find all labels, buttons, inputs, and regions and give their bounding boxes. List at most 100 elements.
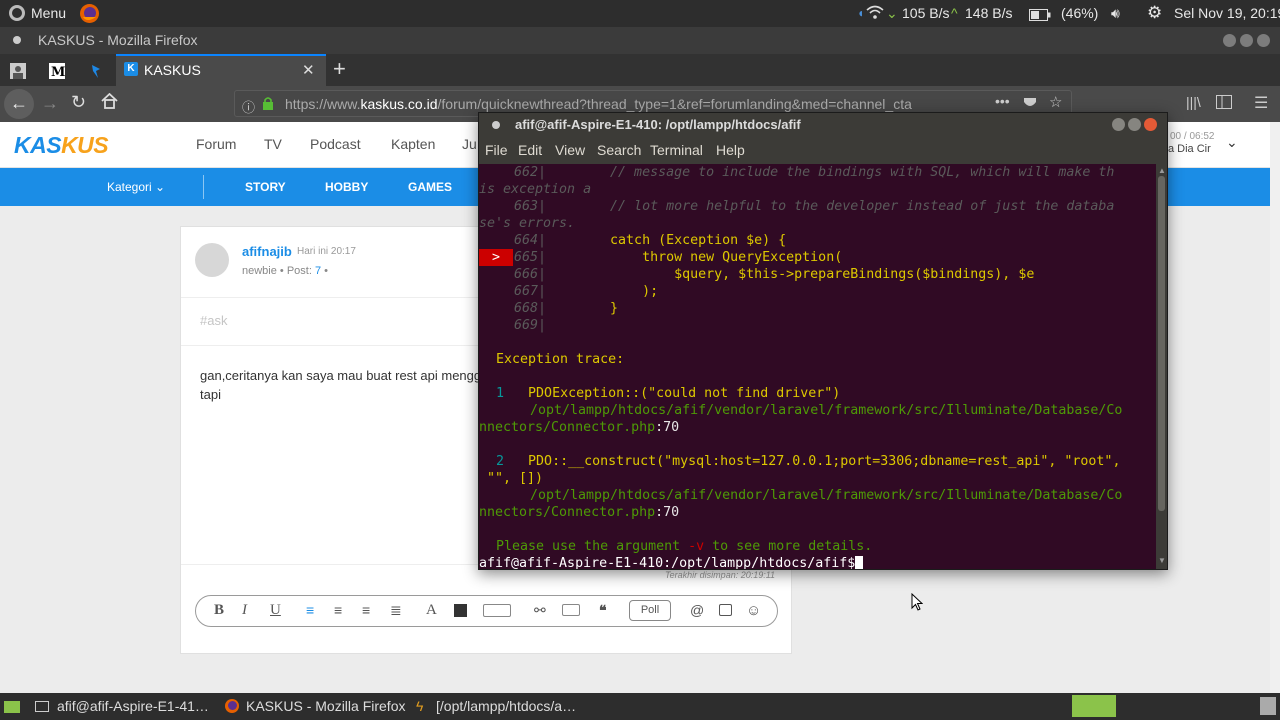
- page-scrollbar[interactable]: [1270, 122, 1280, 693]
- reload-button[interactable]: ↻: [71, 92, 86, 113]
- link-icon[interactable]: ⚯: [534, 602, 546, 619]
- user-meta: newbie • Post: 7 •: [242, 265, 328, 277]
- spoiler-icon[interactable]: [562, 604, 580, 616]
- forward-button[interactable]: →: [41, 93, 59, 114]
- library-icon[interactable]: |||\: [1186, 94, 1201, 110]
- post-body-line1[interactable]: gan,ceritanya kan saya mau buat rest api…: [200, 368, 481, 383]
- quote-icon[interactable]: ❝: [599, 602, 607, 619]
- mouse-cursor-icon: [911, 592, 924, 614]
- workspace-switcher[interactable]: [1072, 695, 1116, 717]
- new-tab-button[interactable]: +: [333, 56, 346, 82]
- font-color-button[interactable]: A: [426, 602, 437, 619]
- underline-button[interactable]: U: [270, 602, 281, 619]
- bookmark-star-icon[interactable]: ☆: [1049, 93, 1062, 111]
- nav-partial[interactable]: Ju: [462, 136, 477, 152]
- menu-view[interactable]: View: [555, 142, 585, 158]
- kategori-dropdown[interactable]: Kategori ⌄: [107, 180, 165, 194]
- sidebar-icon[interactable]: [1216, 95, 1232, 112]
- terminal-scroll-thumb[interactable]: [1158, 176, 1165, 511]
- task-folder[interactable]: [/opt/lampp/htdocs/a…: [436, 698, 576, 714]
- kaskus-logo[interactable]: KASKUS: [14, 132, 109, 159]
- task-terminal[interactable]: afif@afif-Aspire-E1-41…: [57, 698, 209, 714]
- wifi-icon[interactable]: [866, 4, 884, 23]
- player-chevron-icon[interactable]: ⌄: [1226, 134, 1238, 151]
- show-desktop-icon[interactable]: [4, 701, 20, 713]
- terminal-minimize-button[interactable]: [1112, 118, 1125, 131]
- tab-kaskus[interactable]: K KASKUS ✕: [116, 54, 326, 86]
- menu-help[interactable]: Help: [716, 142, 745, 158]
- home-button[interactable]: [101, 92, 118, 112]
- menu-button[interactable]: Menu: [31, 5, 66, 21]
- terminal-close-button[interactable]: [1144, 118, 1157, 131]
- site-info-icon[interactable]: ⓘ: [242, 97, 255, 116]
- justify-button[interactable]: ≣: [390, 602, 402, 619]
- font-size-dropdown[interactable]: [483, 604, 511, 617]
- background-color-button[interactable]: [454, 604, 467, 617]
- shell-prompt[interactable]: afif@afif-Aspire-E1-410:/opt/lampp/htdoc…: [479, 555, 864, 569]
- terminal-menu-dot-icon[interactable]: [492, 121, 500, 129]
- download-arrow-icon: ⌄: [886, 5, 898, 21]
- trash-icon[interactable]: [1260, 697, 1276, 715]
- category-divider: [203, 175, 204, 199]
- menu-search[interactable]: Search: [597, 142, 641, 158]
- page-actions-icon[interactable]: •••: [995, 93, 1010, 109]
- post-body-line2[interactable]: tapi: [200, 387, 221, 402]
- lock-icon[interactable]: [262, 96, 274, 113]
- category-games[interactable]: GAMES: [408, 180, 452, 194]
- clock[interactable]: Sel Nov 19, 20:19: [1174, 5, 1280, 21]
- username[interactable]: afifnajib: [242, 244, 292, 259]
- mint-menu-icon[interactable]: [8, 4, 26, 25]
- align-center-button[interactable]: ≡: [334, 602, 342, 618]
- firefox-launcher-icon[interactable]: [79, 3, 100, 27]
- user-rank: newbie: [242, 265, 277, 277]
- upload-arrow-icon: ^: [951, 5, 958, 21]
- pinned-tab-bird[interactable]: [84, 59, 108, 83]
- code-line: is exception a: [479, 181, 591, 198]
- terminal-titlebar[interactable]: afif@afif-Aspire-E1-410: /opt/lampp/htdo…: [479, 113, 1167, 137]
- italic-button[interactable]: I: [242, 602, 247, 619]
- emoji-icon[interactable]: ☺: [746, 602, 761, 619]
- terminal-scrollbar[interactable]: ▲ ▼: [1156, 164, 1167, 569]
- menu-edit[interactable]: Edit: [518, 142, 542, 158]
- align-left-button[interactable]: ≡: [306, 602, 314, 618]
- bluetooth-icon[interactable]: ◖: [857, 6, 864, 20]
- category-hobby[interactable]: HOBBY: [325, 180, 368, 194]
- settings-gear-icon[interactable]: ⚙: [1147, 3, 1162, 23]
- pinned-tab-medium[interactable]: M: [45, 59, 69, 83]
- poll-button[interactable]: Poll: [629, 600, 671, 621]
- code-line: 669|: [479, 317, 546, 334]
- window-menu-dot-icon[interactable]: [13, 36, 21, 44]
- scroll-down-icon[interactable]: ▼: [1158, 556, 1166, 565]
- mention-icon[interactable]: @: [690, 602, 704, 618]
- pinned-tab-avatar[interactable]: [6, 59, 30, 83]
- image-icon[interactable]: [719, 604, 732, 616]
- nav-kapten[interactable]: Kapten: [391, 136, 435, 152]
- menu-file[interactable]: File: [485, 142, 508, 158]
- close-window-button[interactable]: [1257, 34, 1270, 47]
- nav-podcast[interactable]: Podcast: [310, 136, 361, 152]
- close-tab-icon[interactable]: ✕: [302, 61, 315, 79]
- terminal-maximize-button[interactable]: [1128, 118, 1141, 131]
- trace-heading: Exception trace:: [496, 352, 625, 367]
- nav-tv[interactable]: TV: [264, 136, 282, 152]
- battery-icon[interactable]: [1029, 8, 1051, 24]
- cursor: [855, 556, 864, 569]
- kaskus-favicon-icon: K: [124, 62, 138, 76]
- line-number: 662|: [513, 165, 546, 180]
- tag-input[interactable]: #ask: [200, 313, 227, 328]
- url-text[interactable]: https://www.kaskus.co.id/forum/quicknewt…: [285, 96, 912, 112]
- minimize-button[interactable]: [1223, 34, 1236, 47]
- pocket-icon[interactable]: [1023, 96, 1037, 113]
- category-story[interactable]: STORY: [245, 180, 286, 194]
- back-button[interactable]: ←: [4, 89, 34, 119]
- maximize-button[interactable]: [1240, 34, 1253, 47]
- nav-forum[interactable]: Forum: [196, 136, 236, 152]
- hamburger-menu-icon[interactable]: ☰: [1254, 93, 1268, 113]
- scroll-up-icon[interactable]: ▲: [1158, 166, 1166, 175]
- volume-icon[interactable]: 🔊︎: [1111, 5, 1120, 22]
- align-right-button[interactable]: ≡: [362, 602, 370, 618]
- bold-button[interactable]: B: [214, 602, 224, 619]
- menu-terminal[interactable]: Terminal: [650, 142, 703, 158]
- terminal-output[interactable]: 662| // message to include the bindings …: [479, 164, 1156, 569]
- task-firefox[interactable]: KASKUS - Mozilla Firefox: [246, 698, 405, 714]
